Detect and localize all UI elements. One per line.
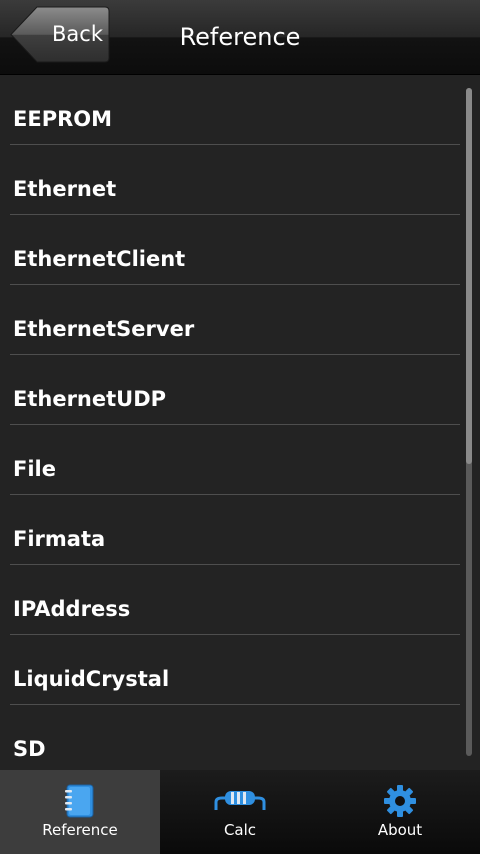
scrollbar[interactable]: [466, 88, 472, 756]
list-item[interactable]: EthernetUDP: [0, 355, 480, 425]
list-item-label: EthernetClient: [13, 247, 186, 271]
list-item[interactable]: Firmata: [0, 495, 480, 565]
gear-icon: [384, 785, 416, 817]
header-bar: Back Reference: [0, 0, 480, 75]
list-item[interactable]: File: [0, 425, 480, 495]
tab-about[interactable]: About: [320, 770, 480, 854]
list-item-label: EEPROM: [13, 107, 113, 131]
list-item-label: IPAddress: [13, 597, 131, 621]
reference-list: EEPROM Ethernet EthernetClient EthernetS…: [0, 75, 480, 770]
page-title: Reference: [179, 23, 301, 51]
list-item[interactable]: EthernetServer: [0, 285, 480, 355]
list-item-label: Firmata: [13, 527, 106, 551]
tab-bar: Reference Calc About: [0, 770, 480, 854]
list-item-label: LiquidCrystal: [13, 667, 170, 691]
tab-label: Calc: [223, 821, 257, 839]
tab-reference[interactable]: Reference: [0, 770, 160, 854]
list-item[interactable]: EEPROM: [0, 75, 480, 145]
tab-label: About: [377, 821, 423, 839]
list-item-label: EthernetServer: [13, 317, 195, 341]
notebook-icon: [65, 784, 94, 818]
list-item[interactable]: Ethernet: [0, 145, 480, 215]
list-item-label: EthernetUDP: [13, 387, 167, 411]
list-item[interactable]: EthernetClient: [0, 215, 480, 285]
tab-calc[interactable]: Calc: [160, 770, 320, 854]
list-item-label: SD: [13, 737, 46, 761]
list-item-label: File: [13, 457, 56, 481]
resistor-icon: [214, 791, 266, 810]
tab-label: Reference: [42, 821, 118, 839]
list-item[interactable]: LiquidCrystal: [0, 635, 480, 705]
list-item[interactable]: IPAddress: [0, 565, 480, 635]
list-item-label: Ethernet: [13, 177, 117, 201]
scrollbar-thumb[interactable]: [466, 88, 472, 464]
list-item[interactable]: SD: [0, 705, 480, 770]
